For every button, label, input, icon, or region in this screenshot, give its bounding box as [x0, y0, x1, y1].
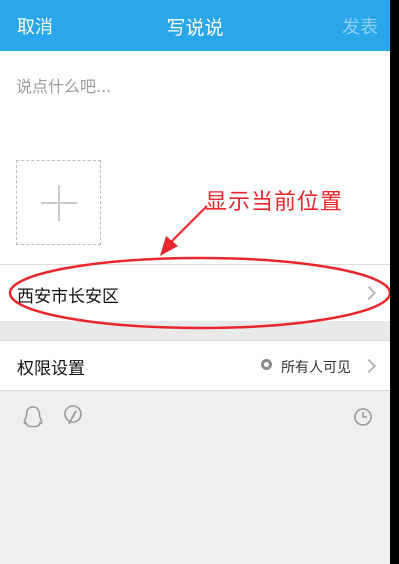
annotation-text: 显示当前位置 [205, 190, 344, 215]
location-highlight-ellipse [8, 256, 390, 330]
annotation-overlay [8, 205, 390, 330]
annotation-arrow-line [169, 205, 208, 244]
compose-screen: 取消 写说说 发表 说点什么吧... 西安市长安区 权限设置 所有人可见 显示当… [0, 0, 390, 564]
right-edge-strip [390, 0, 399, 564]
